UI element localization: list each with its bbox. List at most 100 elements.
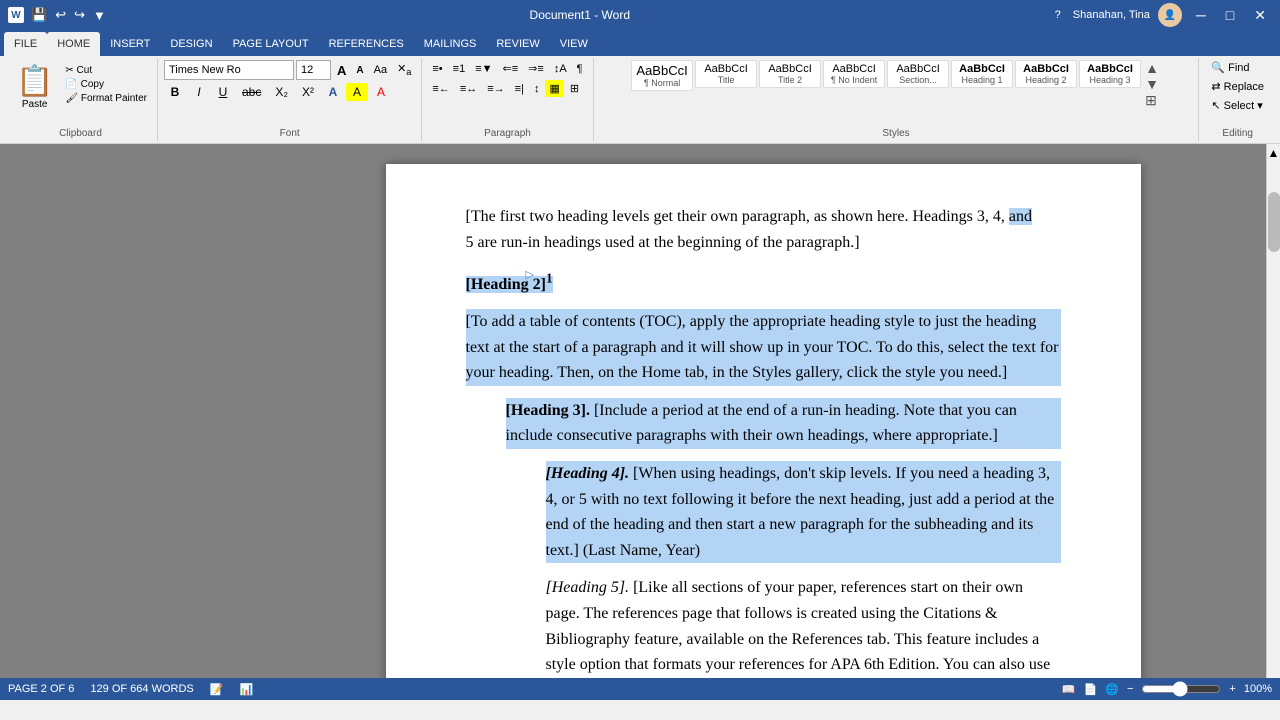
style-no-indent[interactable]: AaBbCcI ¶ No Indent — [823, 60, 885, 88]
tab-mailings[interactable]: MAILINGS — [414, 32, 487, 56]
change-case-btn[interactable]: Aa — [370, 62, 391, 78]
font-color-btn[interactable]: A — [370, 83, 392, 101]
styles-down-btn[interactable]: ▼ — [1143, 76, 1161, 92]
shading-btn[interactable]: ▦ — [545, 80, 563, 97]
text-effects-btn[interactable]: A — [322, 83, 344, 101]
clipboard-content: 📋 Paste ✂ Cut 📄 Copy 🖌 Format Painter — [10, 60, 151, 126]
minimize-btn[interactable]: ─ — [1190, 5, 1212, 25]
style-normal[interactable]: AaBbCcI ¶ Normal — [631, 60, 693, 91]
cut-button[interactable]: ✂ Cut — [61, 64, 151, 77]
tab-insert[interactable]: INSERT — [100, 32, 160, 56]
increase-indent-btn[interactable]: ⇒≡ — [524, 60, 548, 77]
clear-format-btn[interactable]: ✕a — [393, 60, 415, 79]
tab-references[interactable]: REFERENCES — [319, 32, 414, 56]
undo-quick-btn[interactable]: ↩ — [52, 5, 69, 25]
style-heading1[interactable]: AaBbCcI Heading 1 — [951, 60, 1013, 88]
decrease-indent-btn[interactable]: ⇐≡ — [499, 60, 523, 77]
styles-scroll-controls: ▲ ▼ ⊞ — [1143, 60, 1161, 109]
copy-button[interactable]: 📄 Copy — [61, 78, 151, 91]
font-group: A A Aa ✕a B I U abc X₂ X² A A A Font — [158, 58, 422, 141]
strikethrough-btn[interactable]: abc — [236, 83, 267, 101]
close-btn[interactable]: ✕ — [1248, 5, 1272, 26]
font-grow-btn[interactable]: A — [333, 61, 350, 80]
web-layout-icon[interactable]: 🌐 — [1105, 683, 1119, 696]
toc-text: [To add a table of contents (TOC), apply… — [466, 313, 1059, 381]
editing-content: 🔍 Find ⇄ Replace ↖ Select ▾ — [1205, 60, 1270, 126]
align-right-btn[interactable]: ≡→ — [483, 81, 508, 97]
tab-home[interactable]: HOME — [47, 32, 100, 56]
style-title2[interactable]: AaBbCcI Title 2 — [759, 60, 821, 88]
zoom-in-btn[interactable]: + — [1229, 683, 1235, 695]
citation1: (Last Name, Year) — [583, 542, 700, 559]
search-icon: 🔍 — [1211, 61, 1225, 74]
font-group-label: Font — [280, 128, 300, 139]
ribbon-tab-bar: FILE HOME INSERT DESIGN PAGE LAYOUT REFE… — [0, 30, 1280, 56]
title-bar-left: W 💾 ↩ ↪ ▼ — [8, 5, 109, 25]
zoom-slider[interactable] — [1141, 681, 1221, 697]
paste-button[interactable]: 📋 Paste — [10, 60, 59, 114]
scroll-thumb[interactable] — [1268, 192, 1280, 252]
show-marks-btn[interactable]: ¶ — [573, 61, 587, 77]
style-section[interactable]: AaBbCcI Section... — [887, 60, 949, 88]
tab-review[interactable]: REVIEW — [486, 32, 549, 56]
align-left-btn[interactable]: ≡← — [428, 81, 453, 97]
borders-btn[interactable]: ⊞ — [566, 80, 583, 97]
styles-more-btn[interactable]: ⊞ — [1143, 92, 1161, 109]
paste-icon: 📋 — [16, 64, 53, 99]
tab-file[interactable]: FILE — [4, 32, 47, 56]
collapse-arrow[interactable]: ▷ — [526, 267, 534, 285]
font-shrink-btn[interactable]: A — [352, 63, 367, 78]
line-spacing-btn[interactable]: ↕ — [530, 81, 544, 97]
print-layout-icon[interactable]: 📄 — [1084, 683, 1098, 696]
highlight-btn[interactable]: A — [346, 83, 368, 101]
underline-btn[interactable]: U — [212, 83, 234, 101]
align-center-btn[interactable]: ≡↔ — [456, 81, 481, 97]
style-normal-preview: AaBbCcI — [636, 63, 687, 78]
style-heading3[interactable]: AaBbCcI Heading 3 — [1079, 60, 1141, 88]
save-quick-btn[interactable]: 💾 — [28, 5, 50, 25]
help-btn[interactable]: ? — [1051, 7, 1065, 23]
quick-access-toolbar: 💾 ↩ ↪ ▼ — [28, 5, 109, 25]
clipboard-group: 📋 Paste ✂ Cut 📄 Copy 🖌 Format Painter Cl… — [4, 58, 158, 141]
document-area: [The first two heading levels get their … — [0, 144, 1280, 678]
sort-btn[interactable]: ↕A — [550, 61, 571, 77]
numbering-btn[interactable]: ≡1 — [449, 61, 470, 77]
italic-btn[interactable]: I — [188, 83, 210, 101]
justify-btn[interactable]: ≡| — [511, 81, 528, 97]
font-row-1: A A Aa ✕a — [164, 60, 415, 80]
style-title-preview: AaBbCcI — [704, 63, 747, 75]
style-h1-preview: AaBbCcI — [959, 63, 1005, 75]
font-name-select[interactable] — [164, 60, 294, 80]
maximize-btn[interactable]: □ — [1220, 5, 1240, 25]
find-btn[interactable]: 🔍 Find — [1205, 60, 1255, 75]
paragraph-group-label: Paragraph — [484, 128, 531, 139]
qa-dropdown-btn[interactable]: ▼ — [90, 6, 109, 25]
bold-btn[interactable]: B — [164, 83, 186, 101]
read-mode-icon[interactable]: 📖 — [1062, 683, 1076, 696]
font-format-row: B I U abc X₂ X² A A A — [164, 83, 392, 101]
tab-page-layout[interactable]: PAGE LAYOUT — [223, 32, 319, 56]
document-page[interactable]: [The first two heading levels get their … — [386, 164, 1141, 678]
styles-up-btn[interactable]: ▲ — [1143, 60, 1161, 76]
document-scroll-area[interactable]: [The first two heading levels get their … — [260, 144, 1266, 678]
font-size-input[interactable] — [296, 60, 331, 80]
subscript-btn[interactable]: X₂ — [269, 83, 294, 101]
multilevel-btn[interactable]: ≡▼ — [471, 61, 496, 77]
tab-view[interactable]: VIEW — [550, 32, 598, 56]
bullets-btn[interactable]: ≡• — [428, 61, 446, 77]
style-normal-label: ¶ Normal — [644, 78, 680, 88]
style-heading2[interactable]: AaBbCcI Heading 2 — [1015, 60, 1077, 88]
superscript-btn[interactable]: X² — [296, 83, 320, 101]
style-title[interactable]: AaBbCcI Title — [695, 60, 757, 88]
track-changes-icon: 📊 — [239, 683, 253, 696]
format-painter-button[interactable]: 🖌 Format Painter — [61, 92, 151, 105]
heading2-text: [Heading 2]1 — [466, 267, 1061, 297]
vertical-scrollbar[interactable]: ▲ — [1266, 144, 1280, 678]
zoom-out-btn[interactable]: − — [1127, 683, 1133, 695]
tab-design[interactable]: DESIGN — [160, 32, 222, 56]
style-section-label: Section... — [899, 75, 937, 85]
scroll-up-btn[interactable]: ▲ — [1267, 144, 1280, 162]
redo-quick-btn[interactable]: ↪ — [71, 5, 88, 25]
select-btn[interactable]: ↖ Select ▾ — [1205, 98, 1268, 113]
replace-btn[interactable]: ⇄ Replace — [1205, 79, 1270, 94]
